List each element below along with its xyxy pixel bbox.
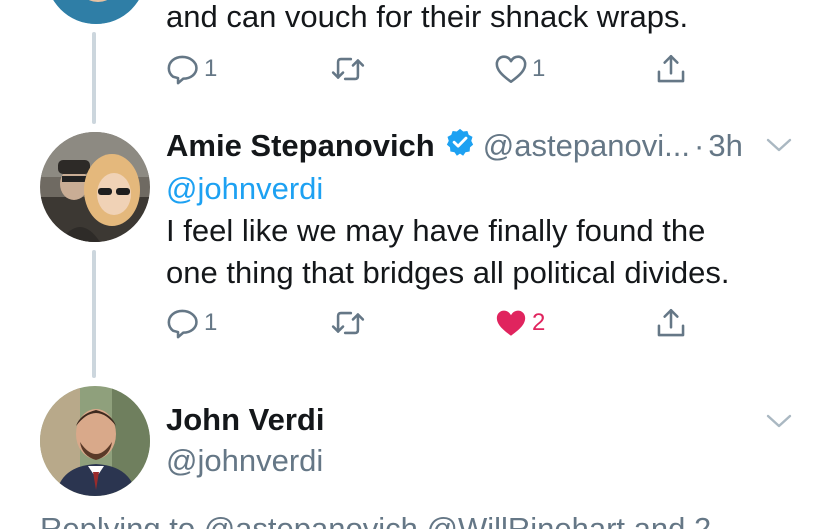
verified-badge-icon [445, 127, 475, 165]
tweet-text-line-1: I feel like we may have finally found th… [166, 213, 706, 248]
reply-icon [167, 309, 198, 339]
separator-dot: · [694, 128, 705, 163]
display-name[interactable]: John Verdi [166, 402, 324, 438]
action-bar: 1 2 [166, 306, 706, 346]
mention-link[interactable]: @johnverdi [166, 168, 323, 210]
chevron-down-icon[interactable] [764, 410, 794, 432]
retweet-icon [331, 57, 365, 81]
replying-to-label: Replying to @astepanovich @WillRinehart … [40, 511, 712, 529]
share-button[interactable] [654, 306, 688, 340]
thread-line [92, 250, 96, 378]
timestamp[interactable]: 3h [708, 128, 742, 164]
share-icon [657, 308, 685, 337]
avatar-amie[interactable] [40, 132, 150, 242]
chevron-down-icon[interactable] [764, 134, 794, 156]
like-count: 1 [532, 55, 546, 82]
retweet-icon [331, 311, 365, 335]
share-button[interactable] [654, 52, 688, 86]
reply-button[interactable]: 1 [166, 52, 217, 86]
tweet-text: and can vouch for their shnack wraps. [166, 0, 689, 34]
like-icon [496, 310, 526, 336]
replying-to-text: Replying to @astepanovich @WillRinehart … [40, 508, 711, 529]
avatar-john[interactable] [40, 386, 150, 496]
action-bar: 1 1 [166, 52, 706, 92]
like-button[interactable]: 1 [494, 52, 545, 86]
retweet-button[interactable] [329, 52, 367, 86]
share-icon [657, 54, 685, 83]
tweet-text-line-2: one thing that bridges all political div… [166, 255, 730, 290]
avatar-previous[interactable] [46, 0, 146, 24]
tweet-header: Amie Stepanovich @astepanovi... · 3h [166, 126, 743, 166]
display-name[interactable]: Amie Stepanovich [166, 128, 435, 164]
tweet-header: John Verdi [166, 400, 324, 440]
user-handle[interactable]: @astepanovi... [483, 128, 690, 164]
thread-line [92, 32, 96, 124]
reply-count: 1 [204, 309, 218, 336]
like-icon [495, 55, 527, 84]
reply-count: 1 [204, 55, 218, 82]
tweet-thread: and can vouch for their shnack wraps. 1 … [0, 0, 828, 529]
retweet-button[interactable] [329, 306, 367, 340]
user-handle[interactable]: @johnverdi [166, 440, 323, 482]
like-count: 2 [532, 309, 546, 336]
reply-icon [167, 55, 198, 85]
like-button[interactable]: 2 [494, 306, 545, 340]
reply-button[interactable]: 1 [166, 306, 217, 340]
